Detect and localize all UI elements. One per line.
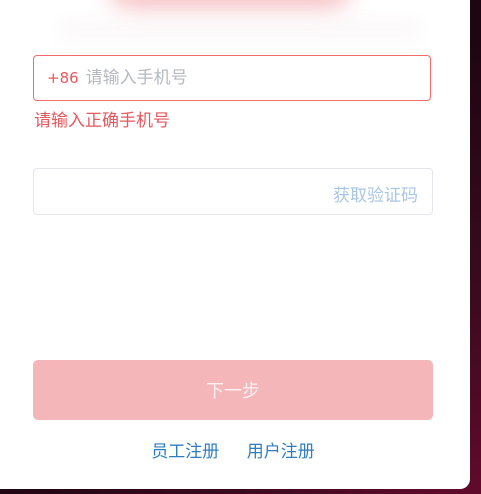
phone-error-message: 请输入正确手机号 bbox=[34, 111, 170, 131]
get-code-button[interactable]: 获取验证码 bbox=[333, 181, 418, 206]
employee-register-link[interactable]: 员工注册 bbox=[151, 442, 219, 462]
user-register-link[interactable]: 用户注册 bbox=[247, 442, 315, 462]
phone-field[interactable]: +86 bbox=[33, 55, 431, 101]
header-glow bbox=[110, 0, 350, 10]
phone-input[interactable] bbox=[85, 68, 386, 88]
header-glow-soft bbox=[60, 20, 420, 38]
country-code-prefix: +86 bbox=[47, 69, 79, 87]
register-panel: +86 请输入正确手机号 获取验证码 下一步 员工注册 用户注册 bbox=[0, 0, 470, 489]
register-links: 员工注册 用户注册 bbox=[0, 437, 466, 462]
verification-code-input[interactable] bbox=[46, 181, 320, 201]
next-step-button[interactable]: 下一步 bbox=[33, 360, 433, 420]
verification-code-field[interactable]: 获取验证码 bbox=[33, 168, 433, 215]
